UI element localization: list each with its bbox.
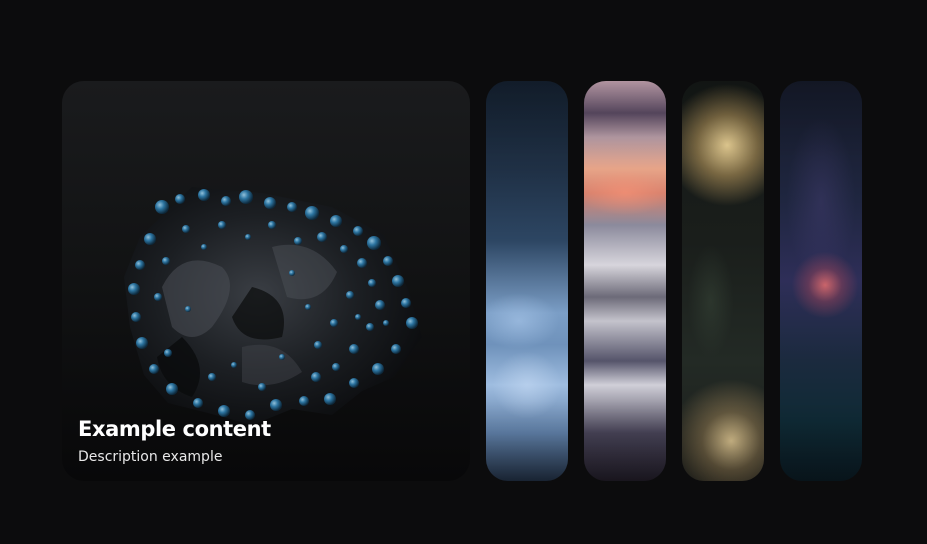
bokeh-lights-image	[682, 81, 764, 481]
blue-abstract-image	[486, 81, 568, 481]
pink-striped-abstract-image	[584, 81, 666, 481]
thumbnail-card-4[interactable]	[780, 81, 862, 481]
featured-caption: Example content Description example	[78, 417, 271, 465]
thumbnail-card-2[interactable]	[584, 81, 666, 481]
crystal-rock-image	[122, 177, 422, 437]
image-gallery: Example content Description example	[62, 81, 862, 481]
featured-description: Description example	[78, 449, 223, 465]
purple-night-abstract-image	[780, 81, 862, 481]
thumbnail-card-1[interactable]	[486, 81, 568, 481]
featured-title: Example content	[78, 417, 271, 441]
featured-card[interactable]: Example content Description example	[62, 81, 470, 481]
thumbnail-card-3[interactable]	[682, 81, 764, 481]
